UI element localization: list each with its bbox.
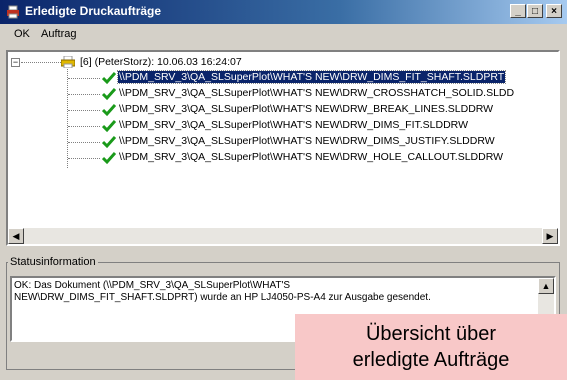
job-path[interactable]: \\PDM_SRV_3\QA_SLSuperPlot\WHAT'S NEW\DR… <box>116 70 507 84</box>
status-group-label: Statusinformation <box>8 256 98 268</box>
print-jobs-window: Erledigte Druckaufträge _ □ × OK Auftrag… <box>0 0 567 380</box>
minimize-button[interactable]: _ <box>510 4 526 18</box>
print-batch-label[interactable]: [6] (PeterStorz): 10.06.03 16:24:07 <box>80 56 242 68</box>
annotation-callout: Übersicht über erledigte Aufträge <box>295 314 567 380</box>
menu-ok[interactable]: OK <box>14 28 30 40</box>
printer-app-icon <box>7 5 19 19</box>
check-icon <box>102 120 116 133</box>
menu-auftrag[interactable]: Auftrag <box>41 28 76 40</box>
status-message: OK: Das Dokument (\\PDM_SRV_3\QA_SLSuper… <box>14 280 534 304</box>
tree-connector <box>68 110 100 111</box>
job-path[interactable]: \\PDM_SRV_3\QA_SLSuperPlot\WHAT'S NEW\DR… <box>118 103 494 115</box>
window-title: Erledigte Druckaufträge <box>25 4 162 18</box>
status-line: NEW\DRW_DIMS_FIT_SHAFT.SLDPRT) wurde an … <box>14 292 431 303</box>
callout-line: Übersicht über <box>365 323 497 345</box>
job-path[interactable]: \\PDM_SRV_3\QA_SLSuperPlot\WHAT'S NEW\DR… <box>118 135 496 147</box>
job-path[interactable]: \\PDM_SRV_3\QA_SLSuperPlot\WHAT'S NEW\DR… <box>118 119 469 131</box>
tree-connector <box>68 94 100 95</box>
scroll-up-button[interactable]: ▲ <box>538 278 554 294</box>
printer-icon <box>61 56 75 68</box>
maximize-button[interactable]: □ <box>527 4 543 18</box>
scroll-right-button[interactable]: ▶ <box>542 228 558 244</box>
tree-connector <box>68 142 100 143</box>
check-icon <box>102 104 116 117</box>
check-icon <box>102 72 116 85</box>
status-line: OK: Das Dokument (\\PDM_SRV_3\QA_SLSuper… <box>14 280 291 291</box>
title-bar[interactable]: Erledigte Druckaufträge _ □ × <box>0 0 567 24</box>
tree-connector <box>68 78 100 79</box>
callout-line: erledigte Aufträge <box>352 349 510 371</box>
print-jobs-tree[interactable]: − [6] (PeterStorz): 10.06.03 16:24:07 \\… <box>6 50 560 246</box>
scroll-left-button[interactable]: ◀ <box>8 228 24 244</box>
check-icon <box>102 88 116 101</box>
close-button[interactable]: × <box>546 4 562 18</box>
check-icon <box>102 152 116 165</box>
check-icon <box>102 136 116 149</box>
collapse-toggle[interactable]: − <box>11 58 20 67</box>
horizontal-scrollbar[interactable]: ◀ ▶ <box>8 228 558 244</box>
tree-connector <box>68 126 100 127</box>
job-path[interactable]: \\PDM_SRV_3\QA_SLSuperPlot\WHAT'S NEW\DR… <box>118 87 515 99</box>
tree-connector <box>21 62 61 63</box>
tree-connector <box>67 69 68 168</box>
job-path[interactable]: \\PDM_SRV_3\QA_SLSuperPlot\WHAT'S NEW\DR… <box>118 151 504 163</box>
menu-bar: OK Auftrag <box>0 26 567 44</box>
tree-connector <box>68 158 100 159</box>
